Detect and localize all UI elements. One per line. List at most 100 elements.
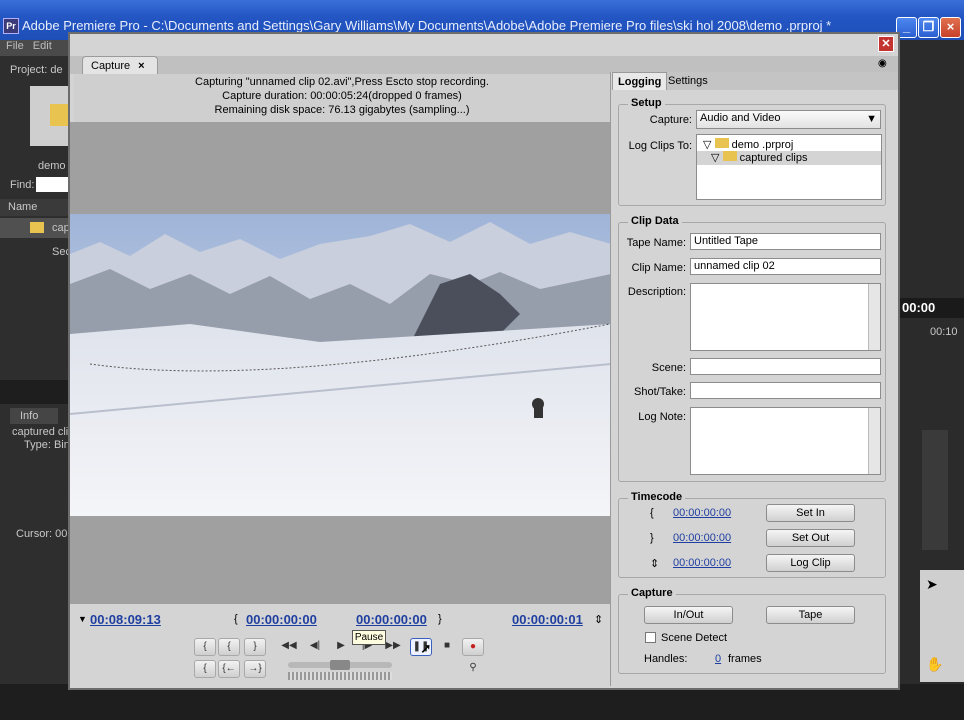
set-in-button[interactable]: Set In — [766, 504, 855, 522]
pause-tooltip: Pause — [352, 630, 386, 645]
info-line: Type: Bin — [24, 439, 70, 451]
step-forward-icon[interactable]: →} — [244, 660, 266, 678]
window-title: Adobe Premiere Pro - C:\Documents and Se… — [22, 18, 832, 33]
capture-mode-select[interactable]: Audio and Video ▼ — [696, 110, 881, 129]
maximize-icon[interactable]: ❐ — [918, 17, 939, 38]
project-panel-title: Project: de — [10, 64, 63, 76]
find-input[interactable] — [36, 177, 68, 192]
set-in-point-icon[interactable]: { — [194, 638, 216, 656]
premiere-logo-icon: Pr — [3, 18, 19, 34]
description-field[interactable] — [690, 283, 881, 351]
log-note-label: Log Note: — [638, 411, 686, 423]
out-point-timecode[interactable]: 00:00:00:00 — [356, 612, 427, 627]
thumbnail-preview — [30, 86, 68, 146]
setup-title: Setup — [628, 97, 665, 109]
go-to-in-icon[interactable]: { — [218, 638, 240, 656]
log-note-field[interactable] — [690, 407, 881, 475]
mouse-cursor-icon: ➚ — [420, 640, 432, 656]
out-point-icon: } — [650, 532, 654, 544]
timecode-out[interactable]: 00:00:00:00 — [673, 532, 731, 544]
capture-monitor — [70, 122, 611, 604]
duration-timecode[interactable]: 00:00:00:01 — [512, 612, 583, 627]
tab-capture[interactable]: Capture × — [82, 56, 158, 74]
folder-icon — [50, 104, 68, 126]
project-file-label: demo — [38, 160, 66, 172]
list-item[interactable]: capt — [0, 218, 73, 238]
selection-tool-icon[interactable]: ➤ — [926, 576, 938, 593]
step-back-frame-icon[interactable]: ◀| — [304, 638, 326, 656]
tab-settings[interactable]: Settings — [665, 72, 711, 90]
find-label: Find: — [10, 179, 35, 191]
menu-file[interactable]: File — [6, 40, 24, 52]
tree-root[interactable]: ▽ demo .prproj — [703, 138, 793, 151]
log-clips-tree[interactable]: ▽ demo .prproj ▽ captured clips — [696, 134, 882, 200]
tab-info[interactable]: Info — [10, 408, 58, 424]
description-label: Description: — [627, 286, 686, 298]
clip-name-label: Clip Name: — [631, 262, 686, 274]
timecode-in[interactable]: 00:00:00:00 — [673, 507, 731, 519]
tape-button[interactable]: Tape — [766, 606, 855, 624]
shuttle-handle[interactable] — [330, 660, 350, 670]
tab-logging[interactable]: Logging — [612, 72, 668, 90]
folder-icon — [722, 151, 737, 161]
scene-detect-label: Scene Detect — [661, 632, 728, 644]
timecode-title: Timecode — [628, 491, 686, 503]
duration-icon: ⇕ — [650, 558, 660, 570]
duration-icon: ⇕ — [594, 614, 604, 626]
play-icon[interactable]: ▶ — [330, 638, 352, 656]
ski-slope-image — [70, 214, 611, 516]
in-out-button[interactable]: In/Out — [644, 606, 733, 624]
close-window-icon[interactable]: × — [940, 17, 961, 38]
step-back-icon[interactable]: {← — [218, 660, 240, 678]
scene-field[interactable] — [690, 358, 881, 375]
tools-palette: ➤ ✋ — [920, 570, 964, 682]
chevron-down-icon: ▼ — [866, 113, 877, 125]
capture-status: Capturing "unnamed clip 02.avi",Press Es… — [74, 74, 610, 122]
in-point-icon: { — [234, 613, 238, 625]
hand-tool-icon[interactable]: ✋ — [926, 656, 943, 673]
scene-detect-checkbox[interactable] — [645, 632, 656, 643]
menu-bar: File Edit — [0, 40, 68, 56]
name-column-header[interactable]: Name — [0, 199, 68, 216]
current-timecode[interactable]: 00:08:09:13 — [90, 612, 161, 627]
go-to-out-icon[interactable]: } — [244, 638, 266, 656]
timecode-duration[interactable]: 00:00:00:00 — [673, 557, 731, 569]
log-clip-button[interactable]: Log Clip — [766, 554, 855, 572]
tree-child[interactable]: ▽ captured clips — [697, 151, 881, 165]
set-out-button[interactable]: Set Out — [766, 529, 855, 547]
audio-meter — [922, 430, 948, 550]
scene-label: Scene: — [651, 362, 686, 374]
timeline-ruler-label: 00:10 — [930, 326, 958, 338]
status-line: Capture duration: 00:00:05:24(dropped 0 … — [222, 90, 462, 102]
video-preview — [70, 214, 611, 516]
info-panel: Info captured cli Type: Bin Cursor: 00 — [0, 404, 70, 684]
in-point-timecode[interactable]: 00:00:00:00 — [246, 612, 317, 627]
jog-wheel[interactable] — [288, 672, 392, 680]
info-line: captured cli — [12, 426, 69, 438]
frames-label: frames — [728, 653, 762, 665]
panel-menu-icon[interactable]: ◉ — [878, 58, 887, 69]
close-tab-icon[interactable]: × — [138, 60, 144, 72]
scene-search-icon[interactable]: ⚲ — [462, 660, 484, 678]
timecode-menu-icon[interactable]: ▼ — [78, 614, 87, 624]
handles-label: Handles: — [644, 653, 688, 665]
rewind-icon[interactable]: ◀◀ — [278, 638, 300, 656]
set-out-point-icon[interactable]: { — [194, 660, 216, 678]
shot-take-label: Shot/Take: — [634, 386, 686, 398]
scrollbar[interactable] — [868, 408, 880, 474]
expand-icon: ▽ — [703, 139, 712, 151]
tape-name-field[interactable]: Untitled Tape — [690, 233, 881, 250]
stop-icon[interactable]: ■ — [436, 638, 458, 656]
close-icon[interactable]: ✕ — [878, 36, 894, 52]
dialog-header — [70, 34, 898, 56]
folder-icon — [714, 138, 729, 148]
shuttle-slider[interactable] — [288, 660, 392, 670]
status-line: Capturing "unnamed clip 02.avi",Press Es… — [195, 76, 489, 88]
scrollbar[interactable] — [868, 284, 880, 350]
status-line: Remaining disk space: 76.13 gigabytes (s… — [214, 104, 470, 116]
shot-take-field[interactable] — [690, 382, 881, 399]
record-icon[interactable]: ● — [462, 638, 484, 656]
clip-name-field[interactable]: unnamed clip 02 — [690, 258, 881, 275]
handles-value[interactable]: 0 — [715, 653, 721, 665]
menu-edit[interactable]: Edit — [33, 40, 52, 52]
